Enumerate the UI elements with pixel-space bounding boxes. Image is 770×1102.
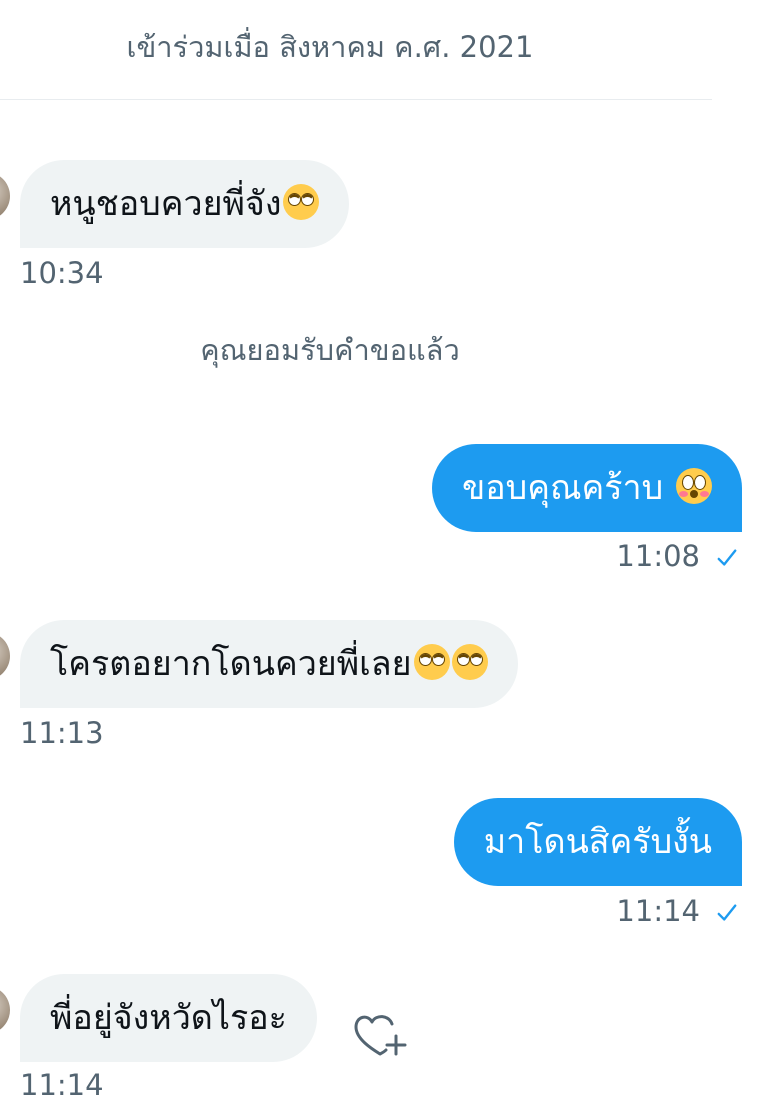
timestamp-text: 11:14 [616,894,700,928]
message-text: มาโดนสิครับงั้น [483,822,712,862]
add-reaction-heart-icon[interactable] [352,1006,410,1064]
message-bubble-incoming[interactable]: หนูชอบควยพี่จัง [20,160,350,248]
message-bubble-outgoing[interactable]: มาโดนสิครับงั้น [453,798,742,886]
flushed-face-emoji-icon [676,468,712,504]
message-bubble-outgoing[interactable]: ขอบคุณคร้าบ [431,444,742,532]
message-bubble-incoming[interactable]: โครตอยากโดนควยพี่เลย [20,620,518,708]
message-timestamp: 10:34 [20,256,104,290]
avatar[interactable] [0,986,10,1034]
timestamp-text: 11:08 [616,539,700,573]
message-text: หนูชอบควยพี่จัง [50,184,282,224]
system-message: คุณยอมรับคำขอแล้ว [200,333,460,367]
header-divider [0,99,712,100]
avatar[interactable] [0,172,10,220]
message-text: พี่อยู่จังหวัดไรอะ [50,998,287,1038]
rolling-eyes-emoji-icon [413,644,450,680]
message-timestamp: 11:14 [616,894,738,928]
avatar[interactable] [0,632,10,680]
message-timestamp: 11:13 [20,716,104,750]
rolling-eyes-emoji-icon [451,644,488,680]
joined-date: เข้าร่วมเมื่อ สิงหาคม ค.ศ. 2021 [126,30,534,64]
message-text: โครตอยากโดนควยพี่เลย [50,644,412,684]
rolling-eyes-emoji-icon [283,184,320,220]
check-icon [717,904,737,921]
message-timestamp: 11:14 [20,1068,104,1102]
message-text: ขอบคุณคร้าบ [461,468,674,508]
message-timestamp: 11:08 [616,539,738,573]
message-bubble-incoming[interactable]: พี่อยู่จังหวัดไรอะ [20,974,317,1062]
check-icon [717,549,737,566]
